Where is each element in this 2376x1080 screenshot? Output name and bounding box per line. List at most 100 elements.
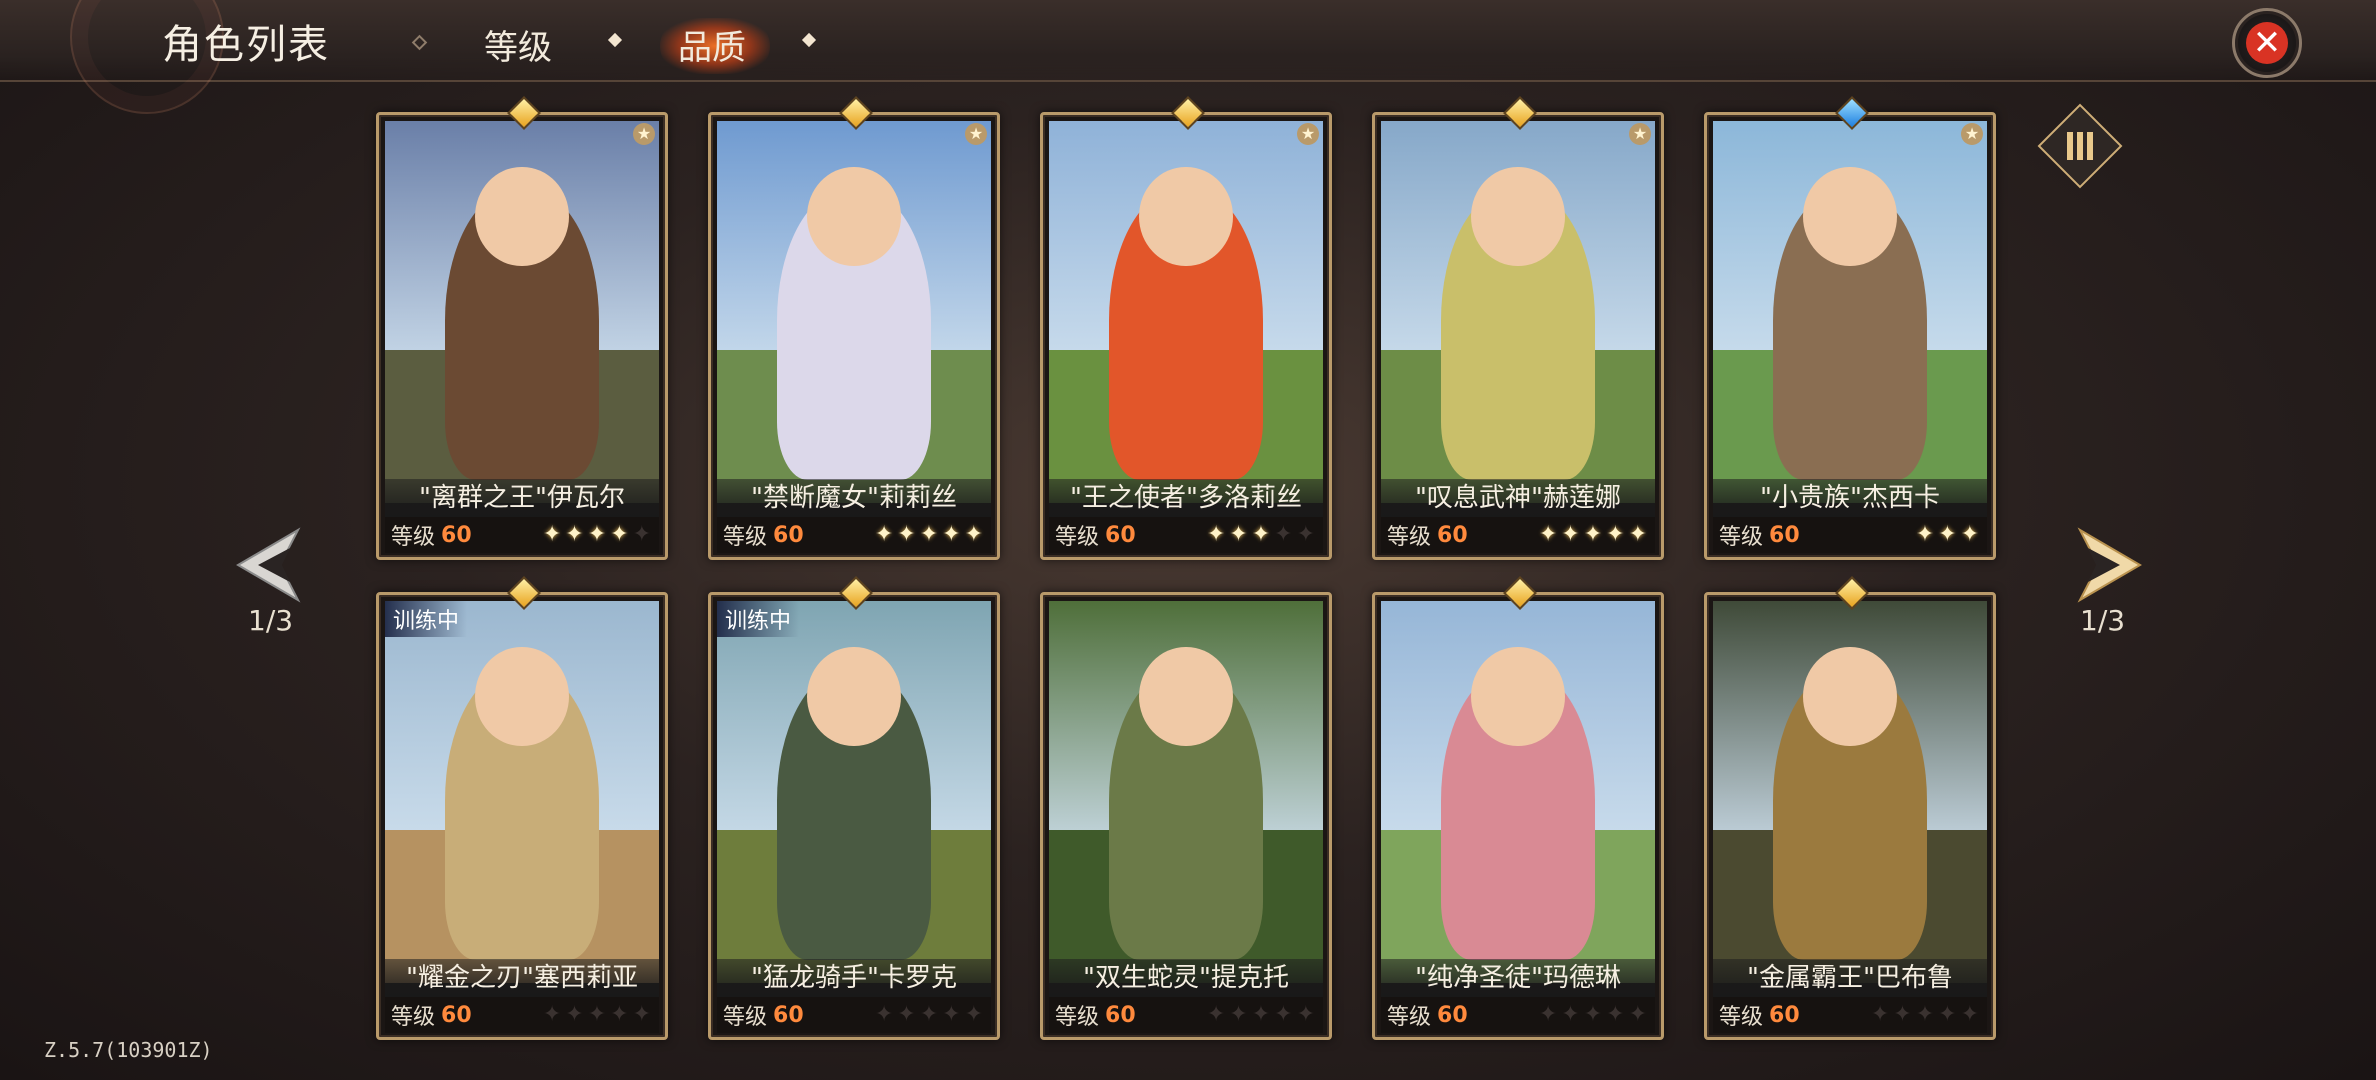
star-filled-icon: ✦ — [1538, 522, 1558, 547]
page-indicator-right: 1/3 — [2080, 604, 2126, 637]
character-card[interactable]: "纯净圣徒"玛德琳 等级 60 ✦ ✦ ✦ ✦ ✦ — [1372, 576, 1664, 1040]
character-name: "叹息武神"赫莲娜 — [1381, 479, 1655, 517]
star-filled-icon: ✦ — [610, 522, 629, 547]
character-name: "金属霸王"巴布鲁 — [1713, 959, 1987, 997]
favorite-star-icon: ★ — [1297, 123, 1319, 145]
character-portrait — [1713, 121, 1987, 503]
character-card[interactable]: "双生蛇灵"提克托 等级 60 ✦ ✦ ✦ ✦ ✦ — [1040, 592, 1332, 1040]
page-indicator-left: 1/3 — [248, 604, 294, 637]
next-page-button[interactable] — [2060, 520, 2150, 610]
star-empty-icon: ✦ — [565, 1002, 584, 1027]
tab-level[interactable]: 等级 — [484, 20, 552, 69]
level-label: 等级 — [391, 1005, 436, 1030]
star-empty-icon: ✦ — [1274, 1002, 1293, 1027]
star-rating: ✦ ✦ ✦ ✦ ✦ — [1871, 1004, 1979, 1026]
star-filled-icon: ✦ — [942, 522, 961, 547]
star-rating: ✦ ✦ ✦ ✦ ✦ — [1539, 524, 1647, 546]
star-filled-icon: ✦ — [897, 522, 916, 547]
level-value: 60 — [1105, 1002, 1136, 1028]
star-empty-icon: ✦ — [1251, 1002, 1271, 1027]
star-filled-icon: ✦ — [1960, 522, 1979, 547]
star-filled-icon: ✦ — [542, 522, 562, 547]
training-status-badge: 训练中 — [385, 601, 468, 637]
star-filled-icon: ✦ — [1606, 522, 1625, 547]
tab-separator-icon — [607, 32, 623, 48]
sort-button[interactable] — [2037, 103, 2123, 189]
star-empty-icon: ✦ — [610, 1002, 629, 1027]
level-value: 60 — [1105, 522, 1136, 548]
level-value: 60 — [1437, 522, 1468, 548]
character-info-bar: 等级 60 ✦ ✦ ✦ — [1713, 517, 1987, 553]
close-icon: ✕ — [2246, 22, 2288, 64]
level-label: 等级 — [1719, 525, 1764, 550]
level-value: 60 — [441, 522, 472, 548]
star-empty-icon: ✦ — [1893, 1002, 1912, 1027]
star-empty-icon: ✦ — [1628, 1002, 1647, 1027]
star-rating: ✦ ✦ ✦ ✦ ✦ — [875, 524, 983, 546]
character-portrait — [1381, 601, 1655, 983]
character-info-bar: 等级 60 ✦ ✦ ✦ ✦ ✦ — [1713, 997, 1987, 1033]
star-empty-icon: ✦ — [1274, 522, 1293, 547]
level-value: 60 — [773, 522, 804, 548]
star-rating: ✦ ✦ ✦ — [1916, 524, 1979, 546]
character-portrait — [1049, 121, 1323, 503]
level-label: 等级 — [391, 525, 436, 550]
character-info-bar: 等级 60 ✦ ✦ ✦ ✦ ✦ — [385, 517, 659, 553]
character-portrait — [717, 121, 991, 503]
character-card[interactable]: ★ "王之使者"多洛莉丝 等级 60 ✦ ✦ ✦ ✦ ✦ — [1040, 96, 1332, 560]
character-card[interactable]: ★ "叹息武神"赫莲娜 等级 60 ✦ ✦ ✦ ✦ ✦ — [1372, 96, 1664, 560]
character-name: "纯净圣徒"玛德琳 — [1381, 959, 1655, 997]
prev-page-button[interactable] — [228, 520, 318, 610]
level-value: 60 — [1769, 1002, 1800, 1028]
close-button[interactable]: ✕ — [2232, 8, 2302, 78]
star-rating: ✦ ✦ ✦ ✦ ✦ — [543, 1004, 651, 1026]
character-name: "小贵族"杰西卡 — [1713, 479, 1987, 517]
version-label: Z.5.7(103901Z) — [44, 1038, 213, 1062]
level-label: 等级 — [1387, 1005, 1432, 1030]
star-empty-icon: ✦ — [1915, 1002, 1935, 1027]
character-card[interactable]: ★ "禁断魔女"莉莉丝 等级 60 ✦ ✦ ✦ ✦ ✦ — [708, 96, 1000, 560]
character-card[interactable]: 训练中 "猛龙骑手"卡罗克 等级 60 ✦ ✦ ✦ ✦ ✦ — [708, 576, 1000, 1040]
star-empty-icon: ✦ — [1538, 1002, 1558, 1027]
level-label: 等级 — [1719, 1005, 1764, 1030]
level-value: 60 — [441, 1002, 472, 1028]
level-label: 等级 — [723, 525, 768, 550]
character-name: "猛龙骑手"卡罗克 — [717, 959, 991, 997]
arrow-left-icon — [236, 527, 301, 603]
level-label: 等级 — [1055, 1005, 1100, 1030]
favorite-star-icon: ★ — [1629, 123, 1651, 145]
tab-separator-icon — [411, 34, 428, 51]
character-portrait — [1049, 601, 1323, 983]
level-value: 60 — [1769, 522, 1800, 548]
star-filled-icon: ✦ — [587, 522, 607, 547]
star-empty-icon: ✦ — [942, 1002, 961, 1027]
star-empty-icon: ✦ — [897, 1002, 916, 1027]
favorite-star-icon: ★ — [1961, 123, 1983, 145]
tab-quality[interactable]: 品质 — [678, 20, 746, 69]
star-filled-icon: ✦ — [565, 522, 584, 547]
star-filled-icon: ✦ — [1561, 522, 1580, 547]
star-empty-icon: ✦ — [1561, 1002, 1580, 1027]
favorite-star-icon: ★ — [965, 123, 987, 145]
character-name: "王之使者"多洛莉丝 — [1049, 479, 1323, 517]
character-portrait — [1381, 121, 1655, 503]
tab-separator-icon — [801, 32, 817, 48]
character-portrait — [717, 601, 991, 983]
character-portrait — [1713, 601, 1987, 983]
character-name: "耀金之刃"塞西莉亚 — [385, 959, 659, 997]
level-label: 等级 — [723, 1005, 768, 1030]
star-empty-icon: ✦ — [542, 1002, 562, 1027]
star-empty-icon: ✦ — [1296, 1002, 1315, 1027]
character-card[interactable]: 训练中 "耀金之刃"塞西莉亚等级 60 ✦ ✦ ✦ ✦ ✦ — [376, 576, 668, 1040]
star-empty-icon: ✦ — [1938, 1002, 1957, 1027]
character-name: "离群之王"伊瓦尔 — [385, 479, 659, 517]
character-card[interactable]: ★ "小贵族"杰西卡等级 60 ✦ ✦ ✦ — [1704, 96, 1996, 560]
star-empty-icon: ✦ — [1229, 1002, 1248, 1027]
favorite-star-icon: ★ — [633, 123, 655, 145]
character-card[interactable]: ★ "离群之王"伊瓦尔等级 60 ✦ ✦ ✦ ✦ ✦ — [376, 96, 668, 560]
character-card[interactable]: "金属霸王"巴布鲁等级 60 ✦ ✦ ✦ ✦ ✦ — [1704, 576, 1996, 1040]
star-rating: ✦ ✦ ✦ ✦ ✦ — [543, 524, 651, 546]
star-filled-icon: ✦ — [1938, 522, 1957, 547]
star-empty-icon: ✦ — [1206, 1002, 1226, 1027]
character-info-bar: 等级 60 ✦ ✦ ✦ ✦ ✦ — [1381, 997, 1655, 1033]
